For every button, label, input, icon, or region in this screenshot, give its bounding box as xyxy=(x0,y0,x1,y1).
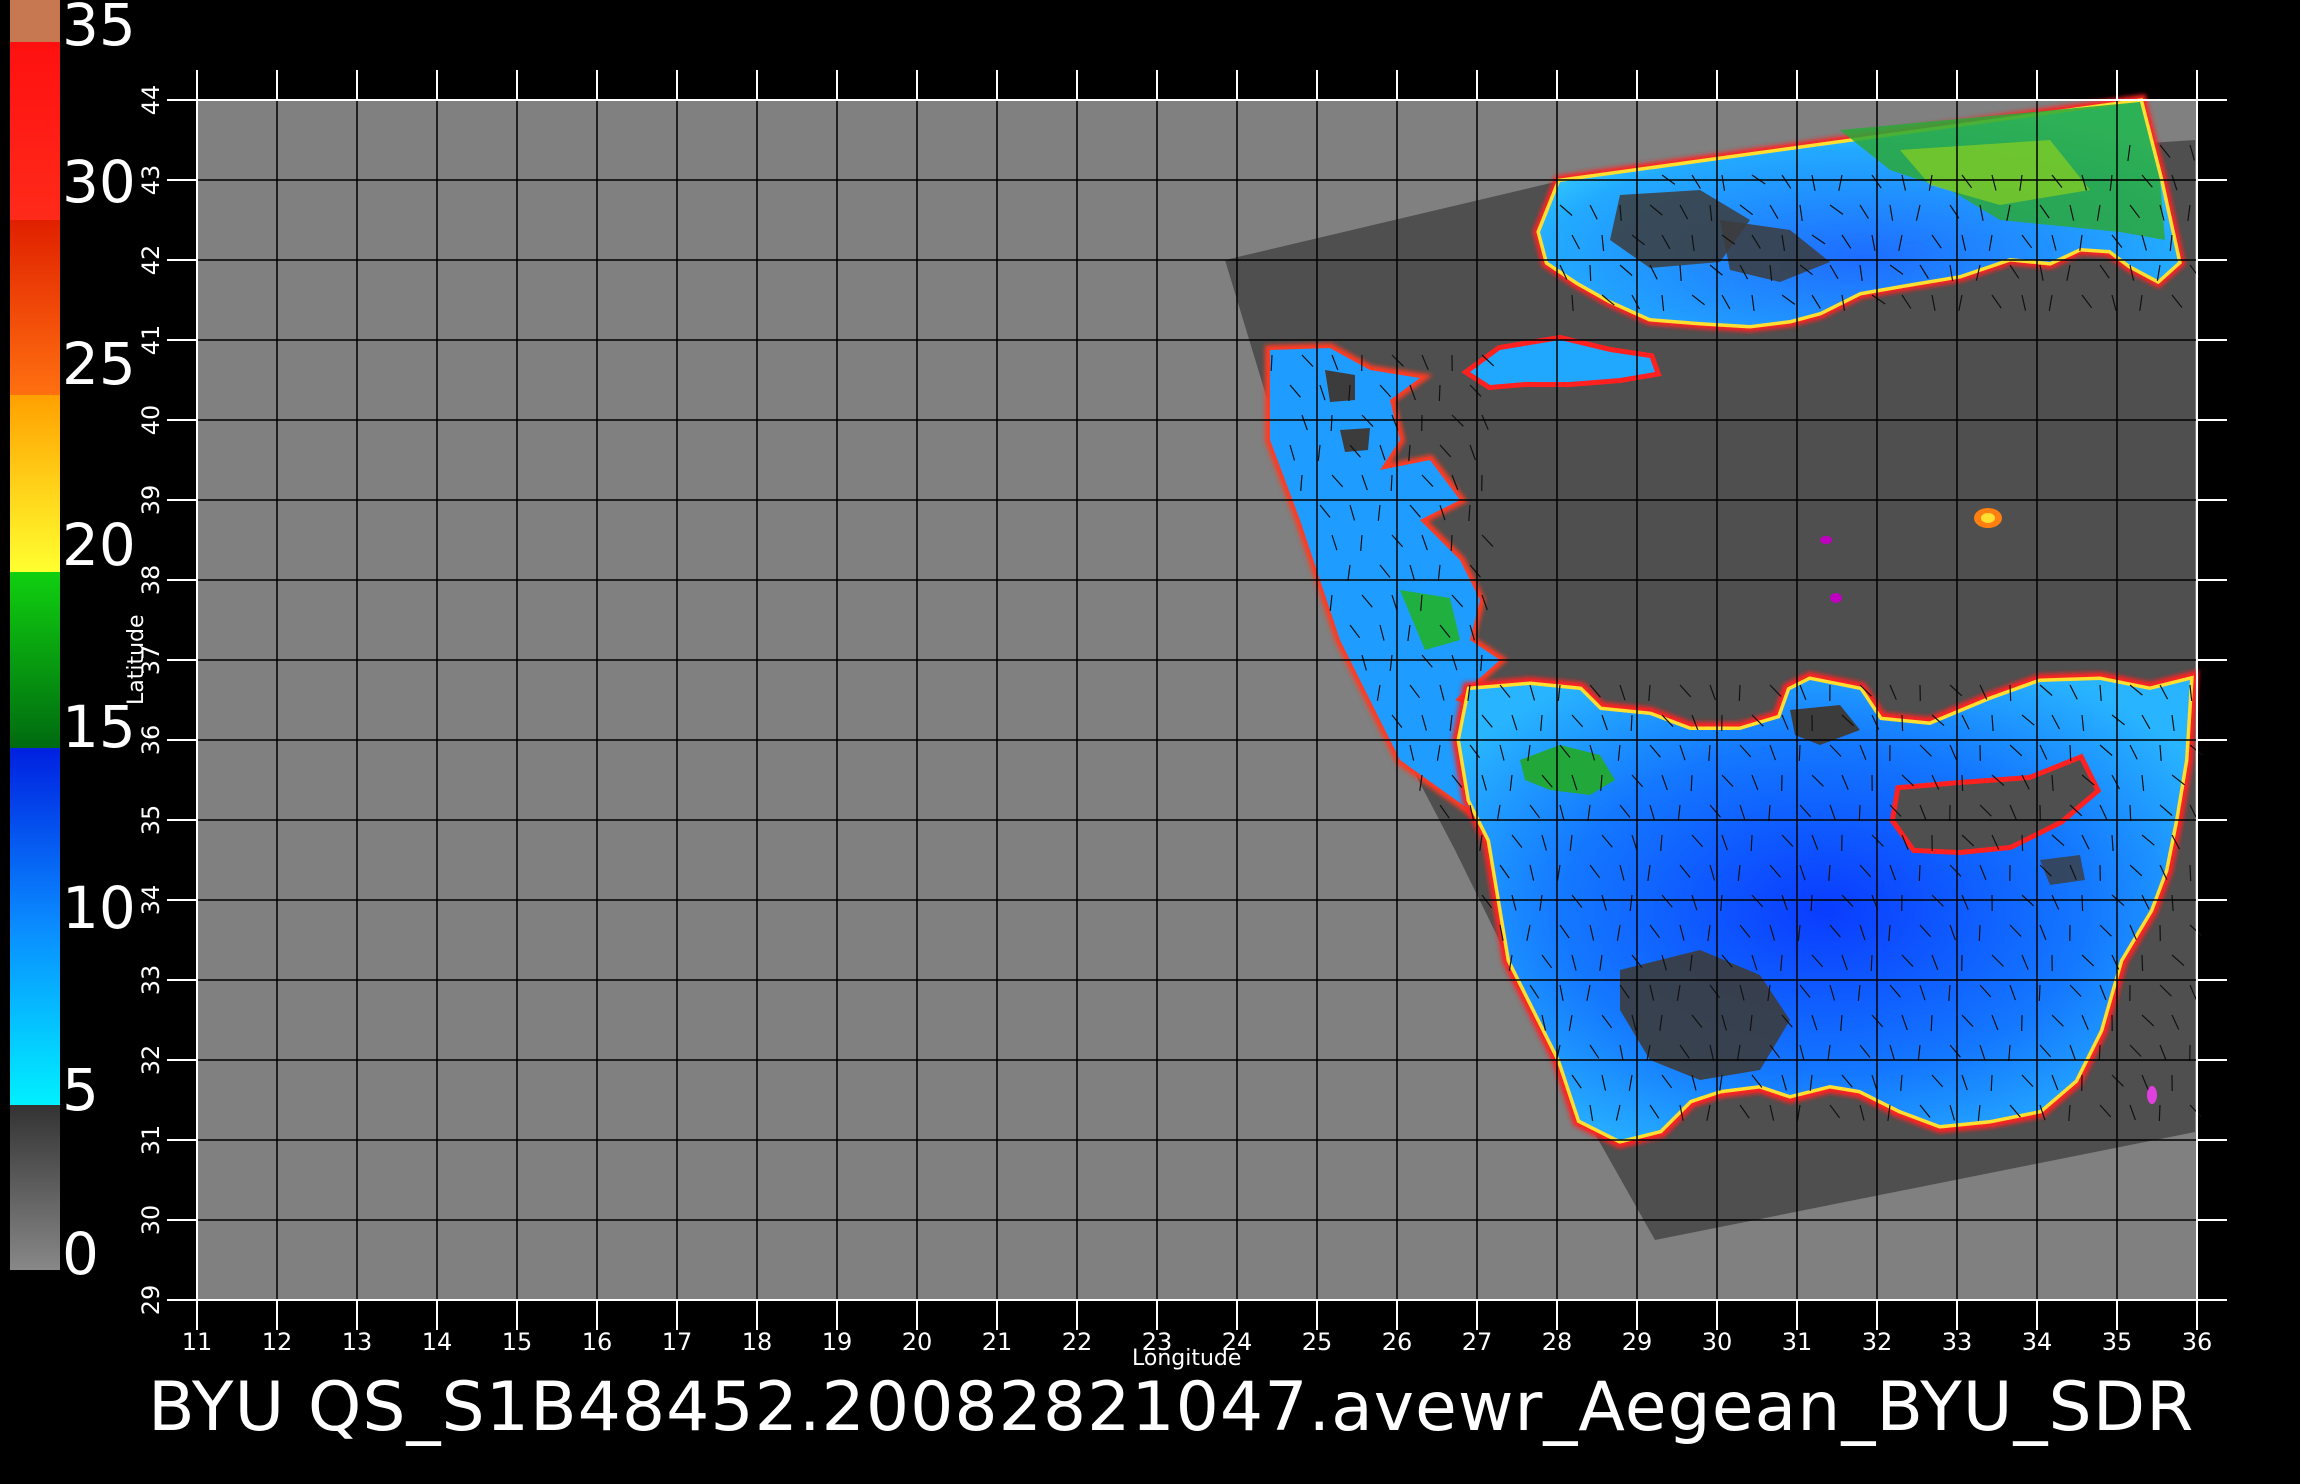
colorbar-segment-25-30 xyxy=(10,220,60,395)
wind-vector xyxy=(1271,355,1272,371)
colorbar-label: 30 xyxy=(62,153,136,211)
wind-vector xyxy=(1451,535,1452,551)
colorbar-segment-0-5 xyxy=(10,1105,60,1270)
wind-vector xyxy=(1739,685,1740,701)
wind-vector xyxy=(2039,985,2040,1001)
wind-vector xyxy=(1590,265,1591,281)
lon-tick-label: 29 xyxy=(1622,1328,1653,1356)
lon-tick-label: 14 xyxy=(422,1328,453,1356)
lon-tick-label: 27 xyxy=(1462,1328,1493,1356)
wind-vector xyxy=(2082,895,2083,911)
figure-title: BYU QS_S1B48452.20082821047.avewr_Aegean… xyxy=(148,1368,2194,1448)
lon-tick-label: 36 xyxy=(2182,1328,2213,1356)
colorbar-segment-20-25 xyxy=(10,395,60,572)
lon-tick-label: 16 xyxy=(582,1328,613,1356)
lon-tick-label: 31 xyxy=(1782,1328,1813,1356)
lat-tick-label: 34 xyxy=(137,885,165,916)
colorbar xyxy=(10,0,60,1270)
lon-tick-label: 25 xyxy=(1302,1328,1333,1356)
y-axis-title: Latitude xyxy=(124,614,149,705)
wind-vector xyxy=(2190,865,2191,881)
lat-tick-label: 31 xyxy=(137,1125,165,1156)
wind-spot-core xyxy=(1981,513,1995,523)
wind-vector xyxy=(1919,865,1920,881)
lat-tick-label: 39 xyxy=(137,485,165,516)
wind-vector xyxy=(1962,775,1963,791)
colorbar-label: 0 xyxy=(62,1225,99,1283)
lat-tick-label: 43 xyxy=(137,165,165,196)
colorbar-label: 15 xyxy=(62,698,136,756)
wind-vector xyxy=(2159,1105,2160,1121)
east-med-wind-field xyxy=(1460,680,2190,1140)
lon-tick-label: 33 xyxy=(1942,1328,1973,1356)
wind-vector xyxy=(2142,955,2143,971)
wind-vector xyxy=(1979,925,1980,941)
lon-tick-label: 32 xyxy=(1862,1328,1893,1356)
wind-vector xyxy=(1751,835,1752,851)
wind-vector xyxy=(2022,835,2023,851)
wind-vector xyxy=(1859,805,1860,821)
lon-tick-label: 18 xyxy=(742,1328,773,1356)
lat-tick-label: 29 xyxy=(137,1285,165,1316)
wind-vector xyxy=(1991,1075,1992,1091)
lat-tick-label: 40 xyxy=(137,405,165,436)
lat-tick-label: 30 xyxy=(137,1205,165,1236)
lon-tick-label: 35 xyxy=(2102,1328,2133,1356)
wind-vector xyxy=(1439,385,1440,401)
wind-vector xyxy=(1391,475,1392,491)
lon-tick-label: 13 xyxy=(342,1328,373,1356)
wind-vector xyxy=(1331,415,1332,431)
wind-vector xyxy=(2010,685,2011,701)
lat-tick-label: 38 xyxy=(137,565,165,596)
lon-tick-label: 26 xyxy=(1382,1328,1413,1356)
lon-tick-label: 15 xyxy=(502,1328,533,1356)
colorbar-label: 5 xyxy=(62,1061,99,1119)
lat-tick-label: 44 xyxy=(137,85,165,116)
lon-tick-label: 28 xyxy=(1542,1328,1573,1356)
colorbar-segment-30-34 xyxy=(10,42,60,220)
wind-vector xyxy=(2070,745,2071,761)
wind-vector xyxy=(2130,805,2131,821)
colorbar-segment-15-20 xyxy=(10,572,60,748)
lon-tick-label: 21 xyxy=(982,1328,1013,1356)
wind-vector xyxy=(1931,1015,1932,1031)
lat-tick-label: 33 xyxy=(137,965,165,996)
wind-spot xyxy=(1820,536,1832,544)
lon-tick-label: 12 xyxy=(262,1328,293,1356)
lon-tick-label: 11 xyxy=(182,1328,213,1356)
colorbar-label: 25 xyxy=(62,335,136,393)
colorbar-label: 10 xyxy=(62,879,136,937)
wind-map-figure: 1112131415161718192021222324252627282930… xyxy=(0,0,2300,1480)
colorbar-segment-34-35 xyxy=(10,0,60,42)
wind-vector xyxy=(1631,715,1632,731)
map-svg: 1112131415161718192021222324252627282930… xyxy=(0,0,2300,1480)
lat-tick-label: 42 xyxy=(137,245,165,276)
lat-tick-label: 41 xyxy=(137,325,165,356)
wind-spot xyxy=(1830,593,1842,603)
lon-tick-label: 20 xyxy=(902,1328,933,1356)
lon-tick-label: 34 xyxy=(2022,1328,2053,1356)
colorbar-segment-5-15 xyxy=(10,748,60,1105)
wind-vector xyxy=(1811,895,1812,911)
lon-tick-label: 19 xyxy=(822,1328,853,1356)
lat-tick-label: 32 xyxy=(137,1045,165,1076)
wind-vector xyxy=(2099,1045,2100,1061)
wind-vector xyxy=(1871,955,1872,971)
wind-vector xyxy=(1691,775,1692,791)
colorbar-label: 35 xyxy=(62,0,136,54)
colorbar-label: 20 xyxy=(62,516,136,574)
lon-tick-label: 17 xyxy=(662,1328,693,1356)
wind-vector xyxy=(1799,745,1800,761)
lat-tick-label: 35 xyxy=(137,805,165,836)
lon-tick-label: 30 xyxy=(1702,1328,1733,1356)
lat-tick-label: 36 xyxy=(137,725,165,756)
wind-vector xyxy=(1902,715,1903,731)
lon-tick-label: 22 xyxy=(1062,1328,1093,1356)
wind-spot xyxy=(2147,1086,2157,1104)
